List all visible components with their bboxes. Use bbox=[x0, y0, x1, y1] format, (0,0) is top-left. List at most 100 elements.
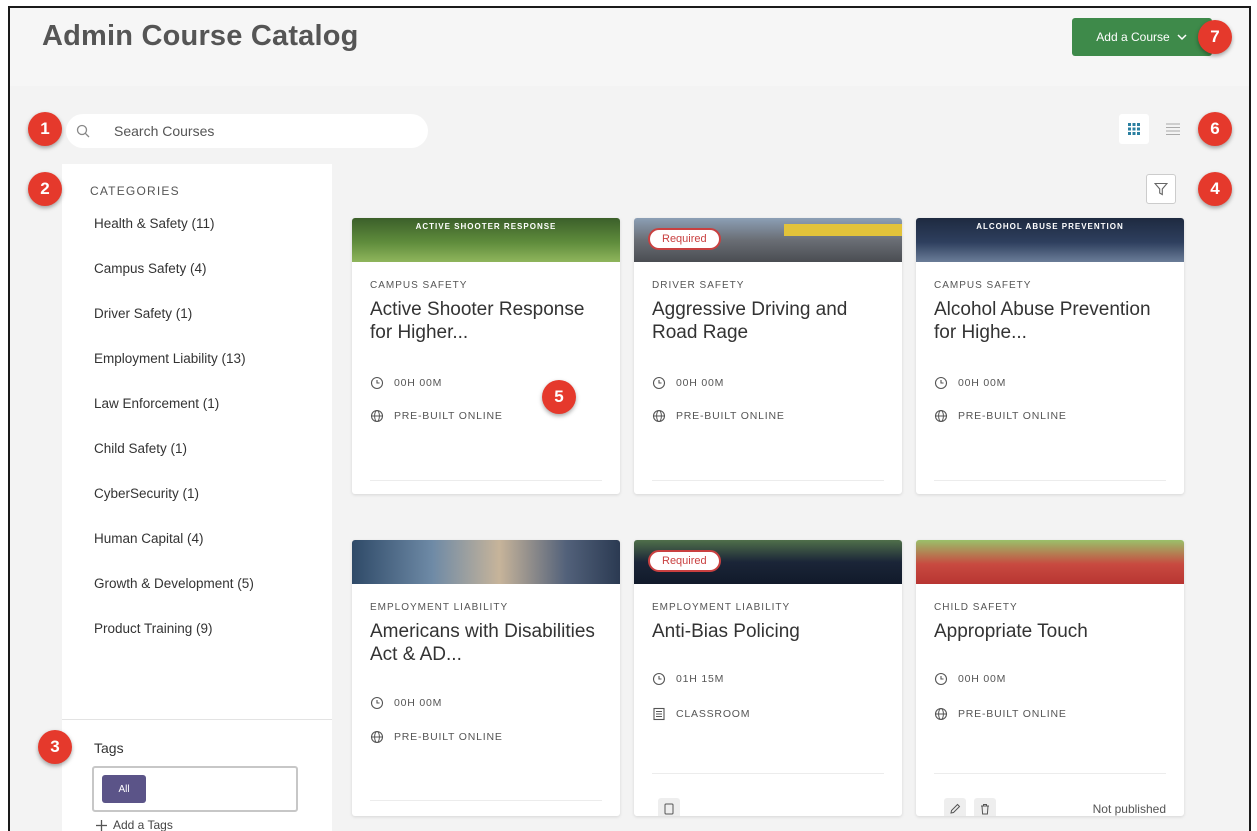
step-marker-3: 3 bbox=[38, 730, 72, 764]
globe-icon bbox=[370, 730, 384, 744]
clock-icon bbox=[370, 376, 384, 390]
course-title[interactable]: Active Shooter Response for Higher... bbox=[370, 298, 608, 344]
grid-icon bbox=[1128, 123, 1140, 135]
course-duration: 00H 00M bbox=[370, 696, 442, 710]
classroom-icon bbox=[653, 707, 665, 721]
tag-chip-all[interactable]: All bbox=[102, 775, 146, 803]
category-item[interactable]: Law Enforcement (1) bbox=[94, 392, 254, 437]
course-format: PRE-BUILT ONLINE bbox=[370, 730, 503, 744]
course-title[interactable]: Americans with Disabilities Act & AD... bbox=[370, 620, 608, 666]
filter-button[interactable] bbox=[1146, 174, 1176, 204]
add-tags-link[interactable]: Add a Tags bbox=[96, 818, 173, 831]
course-card[interactable]: ACTIVE SHOOTER RESPONSE CAMPUS SAFETY Ac… bbox=[352, 218, 620, 494]
copy-button[interactable] bbox=[658, 798, 680, 816]
category-sidebar: CATEGORIES Health & Safety (11) Campus S… bbox=[62, 164, 332, 831]
clock-icon bbox=[652, 672, 666, 686]
course-card[interactable]: Required DRIVER SAFETY Aggressive Drivin… bbox=[634, 218, 902, 494]
course-card[interactable]: CHILD SAFETY Appropriate Touch 00H 00M P… bbox=[916, 540, 1184, 816]
top-bar: Admin Course Catalog Add a Course bbox=[10, 8, 1249, 86]
required-badge: Required bbox=[648, 550, 721, 572]
category-item[interactable]: Product Training (9) bbox=[94, 617, 254, 662]
category-item[interactable]: CyberSecurity (1) bbox=[94, 482, 254, 527]
course-format: PRE-BUILT ONLINE bbox=[370, 409, 503, 423]
course-duration: 01H 15M bbox=[652, 672, 724, 686]
add-course-label: Add a Course bbox=[1096, 30, 1170, 44]
course-duration: 00H 00M bbox=[370, 376, 442, 390]
course-title[interactable]: Appropriate Touch bbox=[934, 620, 1172, 643]
course-thumbnail: Required bbox=[634, 540, 902, 584]
format-text: PRE-BUILT ONLINE bbox=[958, 410, 1067, 422]
course-thumbnail: Required bbox=[634, 218, 902, 262]
course-duration: 00H 00M bbox=[934, 672, 1006, 686]
course-card[interactable]: ALCOHOL ABUSE PREVENTION CAMPUS SAFETY A… bbox=[916, 218, 1184, 494]
add-course-button[interactable]: Add a Course bbox=[1072, 18, 1212, 56]
course-card[interactable]: EMPLOYMENT LIABILITY Americans with Disa… bbox=[352, 540, 620, 816]
category-item[interactable]: Child Safety (1) bbox=[94, 437, 254, 482]
step-marker-2: 2 bbox=[28, 172, 62, 206]
course-thumbnail: ALCOHOL ABUSE PREVENTION bbox=[916, 218, 1184, 262]
course-category: CHILD SAFETY bbox=[934, 602, 1018, 613]
tags-section: Tags All Add a Tags bbox=[62, 719, 332, 831]
road-sign-graphic bbox=[784, 224, 902, 236]
admin-course-catalog-page: Admin Course Catalog Add a Course CATEGO… bbox=[8, 6, 1251, 831]
course-thumbnail bbox=[916, 540, 1184, 584]
course-category: CAMPUS SAFETY bbox=[934, 280, 1032, 291]
clock-icon bbox=[652, 376, 666, 390]
step-marker-4: 4 bbox=[1198, 172, 1232, 206]
course-format: PRE-BUILT ONLINE bbox=[652, 409, 785, 423]
course-category: CAMPUS SAFETY bbox=[370, 280, 468, 291]
category-list: Health & Safety (11) Campus Safety (4) D… bbox=[94, 212, 254, 662]
category-item[interactable]: Campus Safety (4) bbox=[94, 257, 254, 302]
format-text: PRE-BUILT ONLINE bbox=[394, 410, 503, 422]
course-card[interactable]: Required EMPLOYMENT LIABILITY Anti-Bias … bbox=[634, 540, 902, 816]
edit-button[interactable] bbox=[944, 798, 966, 816]
category-item[interactable]: Driver Safety (1) bbox=[94, 302, 254, 347]
delete-button[interactable] bbox=[974, 798, 996, 816]
course-category: EMPLOYMENT LIABILITY bbox=[370, 602, 509, 613]
duration-text: 00H 00M bbox=[394, 697, 443, 709]
step-marker-6: 6 bbox=[1198, 112, 1232, 146]
course-thumbnail bbox=[352, 540, 620, 584]
list-icon bbox=[1166, 123, 1180, 135]
card-divider bbox=[652, 480, 884, 481]
card-divider bbox=[934, 480, 1166, 481]
duration-text: 01H 15M bbox=[676, 673, 725, 685]
course-title[interactable]: Anti-Bias Policing bbox=[652, 620, 890, 643]
globe-icon bbox=[934, 707, 948, 721]
filter-icon bbox=[1154, 182, 1168, 196]
card-divider bbox=[370, 800, 602, 801]
grid-view-button[interactable] bbox=[1119, 114, 1149, 144]
duration-text: 00H 00M bbox=[958, 377, 1007, 389]
category-item[interactable]: Human Capital (4) bbox=[94, 527, 254, 572]
course-category: EMPLOYMENT LIABILITY bbox=[652, 602, 791, 613]
course-title[interactable]: Alcohol Abuse Prevention for Highe... bbox=[934, 298, 1172, 344]
course-format: PRE-BUILT ONLINE bbox=[934, 409, 1067, 423]
course-title[interactable]: Aggressive Driving and Road Rage bbox=[652, 298, 890, 344]
course-thumbnail: ACTIVE SHOOTER RESPONSE bbox=[352, 218, 620, 262]
publish-status: Not published bbox=[1092, 802, 1166, 816]
tags-field[interactable]: All bbox=[92, 766, 298, 812]
course-format: CLASSROOM bbox=[652, 707, 750, 721]
format-text: PRE-BUILT ONLINE bbox=[394, 731, 503, 743]
required-badge: Required bbox=[648, 228, 721, 250]
step-marker-1: 1 bbox=[28, 112, 62, 146]
tags-label: Tags bbox=[94, 740, 124, 756]
category-item[interactable]: Health & Safety (11) bbox=[94, 212, 254, 257]
copy-icon bbox=[664, 803, 674, 815]
trash-icon bbox=[981, 804, 989, 815]
duration-text: 00H 00M bbox=[394, 377, 443, 389]
categories-heading: CATEGORIES bbox=[90, 184, 180, 198]
globe-icon bbox=[934, 409, 948, 423]
list-view-button[interactable] bbox=[1158, 114, 1188, 144]
category-item[interactable]: Growth & Development (5) bbox=[94, 572, 254, 617]
plus-icon bbox=[96, 819, 107, 831]
pencil-icon bbox=[950, 803, 961, 814]
globe-icon bbox=[370, 409, 384, 423]
category-item[interactable]: Employment Liability (13) bbox=[94, 347, 254, 392]
clock-icon bbox=[934, 376, 948, 390]
add-tags-label: Add a Tags bbox=[113, 818, 173, 831]
search-bar[interactable] bbox=[66, 114, 428, 148]
format-text: PRE-BUILT ONLINE bbox=[676, 410, 785, 422]
clock-icon bbox=[370, 696, 384, 710]
search-input[interactable] bbox=[114, 123, 394, 139]
